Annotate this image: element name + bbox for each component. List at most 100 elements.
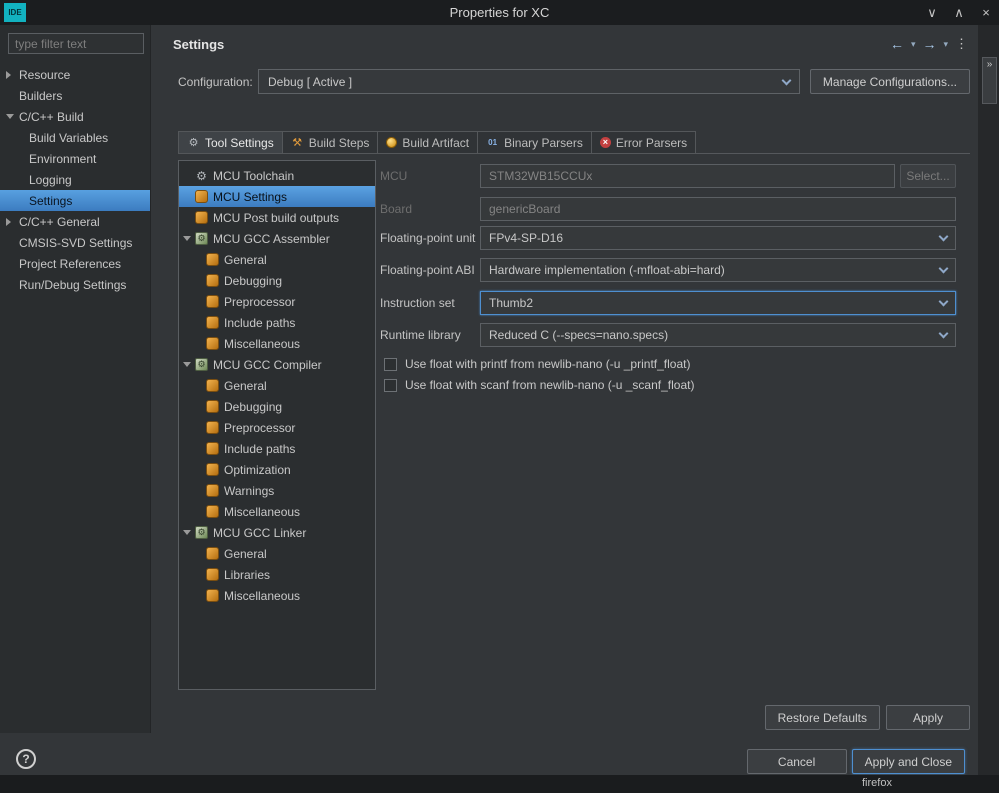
tool-item-icon [206,442,219,455]
apply-and-close-button[interactable]: Apply and Close [851,749,965,774]
instruction-set-dropdown[interactable]: Thumb2 [480,291,956,315]
checkbox[interactable] [384,357,397,371]
tool-tree-item[interactable]: Miscellaneous [179,333,375,354]
sidebar-tree-item[interactable]: Resource [0,64,150,85]
tool-tree-item[interactable]: MCU GCC Linker [179,522,375,543]
expand-arrow-icon[interactable] [6,71,19,79]
tool-tree-item[interactable]: Libraries [179,564,375,585]
expand-arrow-icon[interactable] [183,236,195,241]
tool-tree-item[interactable]: Debugging [179,396,375,417]
sidebar-tree-item[interactable]: C/C++ General [0,211,150,232]
tool-item-label: Preprocessor [224,294,296,309]
sidebar-tree-item[interactable]: C/C++ Build [0,106,150,127]
tool-item-icon [206,379,219,392]
tool-tree-item[interactable]: MCU Settings [179,186,375,207]
tab-icon [599,137,611,148]
window-maximize-icon[interactable]: ∧ [952,5,966,21]
cancel-button[interactable]: Cancel [746,749,847,774]
window-close-icon[interactable]: × [979,5,993,20]
sidebar-tree-item[interactable]: Settings [0,190,150,211]
back-menu-chevron-icon[interactable]: ▾ [911,39,916,50]
tool-item-icon [206,589,219,602]
floating-point-abi-value: Hardware implementation (-mfloat-abi=har… [489,263,725,277]
tool-item-icon [206,253,219,266]
tool-tree-item[interactable]: MCU Toolchain [179,165,375,186]
expand-arrow-icon[interactable] [6,114,19,119]
tool-tree-item[interactable]: MCU Post build outputs [179,207,375,228]
tool-item-label: Warnings [224,483,275,498]
runtime-library-dropdown[interactable]: Reduced C (--specs=nano.specs) [480,323,956,347]
tool-tree-item[interactable]: Debugging [179,270,375,291]
window-controls: ∨ ∧ × [925,0,993,25]
runtime-library-value: Reduced C (--specs=nano.specs) [489,328,669,342]
history-controls: ← ▾ → ▾ ⋮ [890,36,968,52]
floating-point-unit-dropdown[interactable]: FPv4-SP-D16 [480,226,956,250]
tab-icon [291,136,304,149]
sidebar-item-label: Logging [29,172,72,187]
tool-tree-item[interactable]: Include paths [179,312,375,333]
tool-item-icon [195,211,208,224]
expand-arrow-icon[interactable] [183,530,195,535]
mcu-field [480,164,895,188]
tab[interactable]: Binary Parsers [478,131,592,154]
sidebar-tree-item[interactable]: Environment [0,148,150,169]
tool-item-label: General [224,252,267,267]
checkbox[interactable] [384,378,397,392]
restore-defaults-button[interactable]: Restore Defaults [764,705,880,730]
tool-tree-item[interactable]: MCU GCC Compiler [179,354,375,375]
forward-arrow-icon[interactable]: → [922,36,936,52]
sidebar-tree-item[interactable]: Project References [0,253,150,274]
toolbar-overflow-button[interactable]: » [982,57,997,104]
tab[interactable]: Build Steps [282,131,379,154]
tool-tree-item[interactable]: General [179,249,375,270]
chevron-down-icon [938,328,949,339]
tab[interactable]: Error Parsers [591,131,697,154]
manage-configurations-button[interactable]: Manage Configurations... [809,69,970,94]
tool-tree-item[interactable]: Miscellaneous [179,501,375,522]
tool-tree-item[interactable]: Miscellaneous [179,585,375,606]
tool-item-icon [195,169,208,182]
tool-item-icon [195,190,208,203]
tool-item-icon [206,568,219,581]
runtime-library-label: Runtime library [380,328,461,342]
defaults-actions: Restore Defaults Apply [764,705,970,730]
view-menu-icon[interactable]: ⋮ [955,36,968,52]
back-arrow-icon[interactable]: ← [890,36,904,52]
help-icon[interactable]: ? [16,749,36,769]
sidebar-tree-item[interactable]: Build Variables [0,127,150,148]
tool-tree-item[interactable]: Optimization [179,459,375,480]
tool-settings-tree: MCU Toolchain MCU Settings MCU Post buil… [178,160,376,690]
tool-tree-item[interactable]: Preprocessor [179,417,375,438]
configuration-dropdown[interactable]: Debug [ Active ] [258,69,800,94]
sidebar-tree-item[interactable]: Logging [0,169,150,190]
tool-tree-item[interactable]: General [179,375,375,396]
floating-point-unit-value: FPv4-SP-D16 [489,231,564,245]
sidebar-tree-item[interactable]: Run/Debug Settings [0,274,150,295]
sidebar-item-label: Run/Debug Settings [19,277,127,292]
tool-item-icon [195,526,208,539]
sidebar-tree-item[interactable]: Builders [0,85,150,106]
taskbar-app-label[interactable]: firefox [862,777,892,789]
apply-button[interactable]: Apply [886,705,970,730]
tool-item-label: General [224,378,267,393]
forward-menu-chevron-icon[interactable]: ▾ [943,39,948,50]
tab[interactable]: Build Artifact [378,131,479,154]
configuration-row: Configuration: Debug [ Active ] Manage C… [178,69,970,94]
sidebar-tree-item[interactable]: CMSIS-SVD Settings [0,232,150,253]
filter-input[interactable] [8,33,144,54]
tool-item-label: Include paths [224,441,296,456]
tool-tree-item[interactable]: Preprocessor [179,291,375,312]
expand-arrow-icon[interactable] [183,362,195,367]
expand-arrow-icon[interactable] [6,218,19,226]
dialog-actions: Cancel Apply and Close [746,749,965,774]
tool-tree-item[interactable]: Warnings [179,480,375,501]
tab[interactable]: Tool Settings [178,131,283,154]
window-shade-icon[interactable]: ∨ [925,5,939,21]
tool-item-label: Debugging [224,273,283,288]
tool-tree-item[interactable]: General [179,543,375,564]
tool-tree-item[interactable]: MCU GCC Assembler [179,228,375,249]
tool-item-icon [206,505,219,518]
tool-item-label: Miscellaneous [224,588,301,603]
tool-tree-item[interactable]: Include paths [179,438,375,459]
floating-point-abi-dropdown[interactable]: Hardware implementation (-mfloat-abi=har… [480,258,956,282]
